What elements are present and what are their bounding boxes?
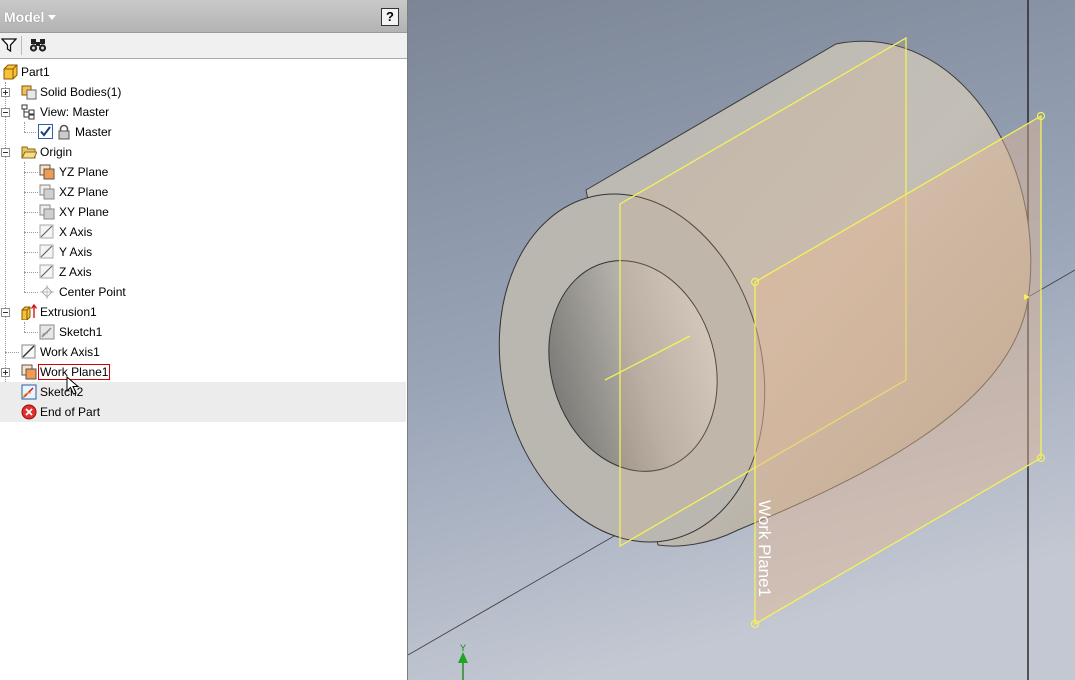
collapse-icon[interactable] xyxy=(1,148,10,157)
folder-open-icon xyxy=(21,146,37,159)
plane-icon xyxy=(39,204,55,220)
tree-item-view-master[interactable]: View: Master xyxy=(0,102,406,122)
tree-item-z-axis[interactable]: Z Axis xyxy=(0,262,406,282)
panel-title-dropdown[interactable]: Model xyxy=(4,9,44,25)
part-icon xyxy=(3,64,18,80)
tree-item-label: Master xyxy=(75,125,112,139)
tree-item-work-plane1[interactable]: Work Plane1 xyxy=(0,362,406,382)
axis-icon xyxy=(39,244,54,259)
tree-item-origin[interactable]: Origin xyxy=(0,142,406,162)
binoculars-icon[interactable] xyxy=(29,37,47,53)
tree-item-solid-bodies[interactable]: Solid Bodies(1) xyxy=(0,82,406,102)
tree-item-x-axis[interactable]: X Axis xyxy=(0,222,406,242)
end-of-part-icon xyxy=(21,404,37,420)
axis-icon xyxy=(39,224,54,239)
tree-item-label: Z Axis xyxy=(59,265,92,279)
collapse-icon[interactable] xyxy=(1,308,10,317)
tree-item-label: Part1 xyxy=(21,65,50,79)
tree-item-center-point[interactable]: Center Point xyxy=(0,282,406,302)
tree-item-label: End of Part xyxy=(40,405,101,419)
graphics-viewport[interactable]: Work Plane1 Y xyxy=(408,0,1075,680)
tree-item-label: X Axis xyxy=(59,225,93,239)
tree-item-label: Center Point xyxy=(59,285,126,299)
tree-item-label: Extrusion1 xyxy=(40,305,97,319)
sketch-icon xyxy=(21,384,37,400)
tree-item-yz-plane[interactable]: YZ Plane xyxy=(0,162,406,182)
work-axis-icon xyxy=(21,344,36,359)
collapse-icon[interactable] xyxy=(1,108,10,117)
tree-item-sketch2[interactable]: Sketch2 xyxy=(0,382,406,402)
mouse-cursor-icon xyxy=(66,376,80,395)
tree-item-end-of-part[interactable]: End of Part xyxy=(0,402,406,422)
tree-item-extrusion1[interactable]: Extrusion1 xyxy=(0,302,406,322)
tree-item-xz-plane[interactable]: XZ Plane xyxy=(0,182,406,202)
filter-icon[interactable] xyxy=(1,37,17,53)
tree-item-label: View: Master xyxy=(40,105,110,119)
tree-item-y-axis[interactable]: Y Axis xyxy=(0,242,406,262)
triad-y-label: Y xyxy=(460,643,466,653)
tree-item-label: XZ Plane xyxy=(59,185,109,199)
toolbar-separator xyxy=(21,36,22,55)
tree-item-label: XY Plane xyxy=(59,205,109,219)
chevron-down-icon[interactable] xyxy=(48,15,56,20)
extrude-icon xyxy=(21,304,37,320)
tree-item-label: Sketch1 xyxy=(59,325,103,339)
tree-item-sketch1[interactable]: Sketch1 xyxy=(0,322,406,342)
work-plane-label: Work Plane1 xyxy=(755,500,774,597)
plane-icon xyxy=(39,184,55,200)
tree-item-label: Work Axis1 xyxy=(40,345,100,359)
tree-item-part1[interactable]: Part1 xyxy=(0,62,406,82)
tree-item-label: Origin xyxy=(40,145,73,159)
tree-item-work-axis1[interactable]: Work Axis1 xyxy=(0,342,406,362)
center-point-icon xyxy=(40,285,54,299)
browser-toolbar xyxy=(0,33,407,59)
plane-visible-icon xyxy=(39,164,55,180)
viewport-canvas[interactable]: Work Plane1 Y xyxy=(408,0,1075,680)
tree-item-label: YZ Plane xyxy=(59,165,109,179)
view-rep-icon xyxy=(21,104,35,120)
model-browser-panel: Model ? Part1 Solid Bodies(1) View: Mast… xyxy=(0,0,408,680)
tree-item-master[interactable]: Master xyxy=(0,122,406,142)
checkbox-checked-icon[interactable] xyxy=(38,124,53,139)
tree-item-label: Y Axis xyxy=(59,245,93,259)
help-button[interactable]: ? xyxy=(381,8,399,26)
tree-item-xy-plane[interactable]: XY Plane xyxy=(0,202,406,222)
tree-item-label: Solid Bodies(1) xyxy=(40,85,122,99)
solid-bodies-icon xyxy=(21,85,37,100)
expand-icon[interactable] xyxy=(1,88,10,97)
axis-icon xyxy=(39,264,54,279)
expand-icon[interactable] xyxy=(1,368,10,377)
panel-header: Model ? xyxy=(0,0,407,33)
lock-icon xyxy=(58,124,70,140)
sketch-icon xyxy=(39,324,55,340)
work-plane-icon xyxy=(21,364,37,380)
